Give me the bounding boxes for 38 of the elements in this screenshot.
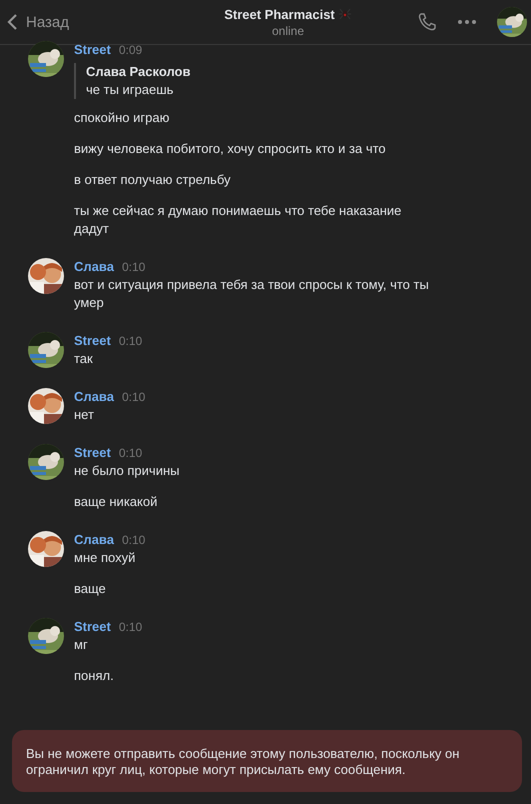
- quoted-author: Слава Расколов: [86, 63, 192, 81]
- spider-icon: [338, 7, 352, 21]
- back-button[interactable]: Назад: [6, 13, 69, 31]
- message-text: мне похуй: [74, 549, 136, 567]
- message-text: ваще никакой: [74, 493, 158, 511]
- message-time: 0:10: [122, 259, 146, 276]
- message-text: ты же сейчас я думаю понимаешь что тебе наказание дадут: [74, 202, 402, 238]
- quoted-text: че ты играешь: [86, 81, 174, 99]
- restriction-notice: Вы не можете отправить сообщение этому пользователю, поскольку он ограничил круг лиц, которые могут присылать ему сообщения.: [12, 730, 522, 792]
- sender-name[interactable]: Street: [74, 618, 111, 636]
- message-time: 0:10: [118, 333, 142, 350]
- message-time: 0:10: [118, 619, 142, 636]
- sender-name[interactable]: Street: [74, 41, 111, 59]
- reply-quote[interactable]: Слава Расколов че ты играешь: [74, 63, 439, 99]
- message-text: в ответ получаю стрельбу: [74, 171, 232, 189]
- online-status: online: [272, 24, 304, 38]
- chevron-left-icon: [6, 13, 18, 31]
- call-button[interactable]: [417, 12, 437, 32]
- sender-name[interactable]: Слава: [74, 531, 114, 549]
- message-text: мг: [74, 636, 89, 654]
- message-text: не было причины: [74, 462, 180, 480]
- message-text: понял.: [74, 667, 115, 685]
- sender-name[interactable]: Street: [74, 444, 111, 462]
- message-text: вижу человека побитого, хочу спросить кто и за что: [74, 140, 387, 158]
- sender-name[interactable]: Street: [74, 332, 111, 350]
- message-time: 0:09: [118, 42, 142, 59]
- message-text: нет: [74, 406, 95, 424]
- sender-name[interactable]: Слава: [74, 388, 114, 406]
- message-text: вот и ситуация привела тебя за твои спросы к тому, что ты умер: [74, 276, 430, 312]
- message-text: так: [74, 350, 94, 368]
- message-text: ваще: [74, 580, 107, 598]
- message-time: 0:10: [118, 445, 142, 462]
- message-text: спокойно играю: [74, 109, 170, 127]
- more-button[interactable]: [457, 19, 477, 25]
- message-time: 0:10: [122, 389, 146, 406]
- sender-name[interactable]: Слава: [74, 258, 114, 276]
- message-time: 0:10: [122, 532, 146, 549]
- chat-title: Street Pharmacist: [224, 6, 335, 22]
